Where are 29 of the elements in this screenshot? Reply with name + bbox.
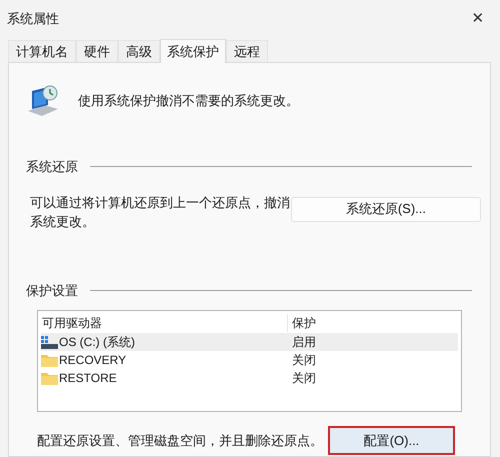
drive-name: RECOVERY <box>59 352 126 369</box>
protection-status: 启用 <box>291 334 316 351</box>
protection-status: 关闭 <box>291 370 316 387</box>
folder-icon <box>41 372 58 384</box>
folder-icon <box>41 354 58 366</box>
section-heading: 系统还原 <box>26 158 78 176</box>
drive-icon <box>41 336 58 348</box>
tab[interactable]: 计算机名 <box>8 40 76 62</box>
system-restore-button[interactable]: 系统还原(S)... <box>290 196 481 222</box>
tab[interactable]: 硬件 <box>76 40 118 62</box>
drive-row[interactable]: RESTORE 关闭 <box>41 369 458 387</box>
tab[interactable]: 远程 <box>226 40 268 62</box>
drive-name: OS (C:) (系统) <box>59 334 135 351</box>
drive-row[interactable]: RECOVERY 关闭 <box>41 351 458 369</box>
configure-description: 配置还原设置、管理磁盘空间，并且删除还原点。 <box>37 432 324 450</box>
restore-description: 可以通过将计算机还原到上一个还原点，撤消系统更改。 <box>30 194 291 230</box>
column-header[interactable]: 可用驱动器 <box>41 314 287 332</box>
section-heading: 保护设置 <box>26 282 78 300</box>
protection-status: 关闭 <box>291 352 316 369</box>
tab[interactable]: 高级 <box>118 40 160 62</box>
computer-icon <box>26 85 60 117</box>
drive-row[interactable]: OS (C:) (系统) 启用 <box>41 333 458 351</box>
column-header[interactable]: 保护 <box>287 314 458 332</box>
configure-button[interactable]: 配置(O)... <box>328 426 455 455</box>
window-title: 系统属性 <box>7 10 59 28</box>
close-button[interactable]: ✕ <box>466 7 490 31</box>
intro-text: 使用系统保护撤消不需要的系统更改。 <box>78 92 299 110</box>
drive-name: RESTORE <box>59 370 117 387</box>
tab[interactable]: 系统保护 <box>160 39 226 63</box>
